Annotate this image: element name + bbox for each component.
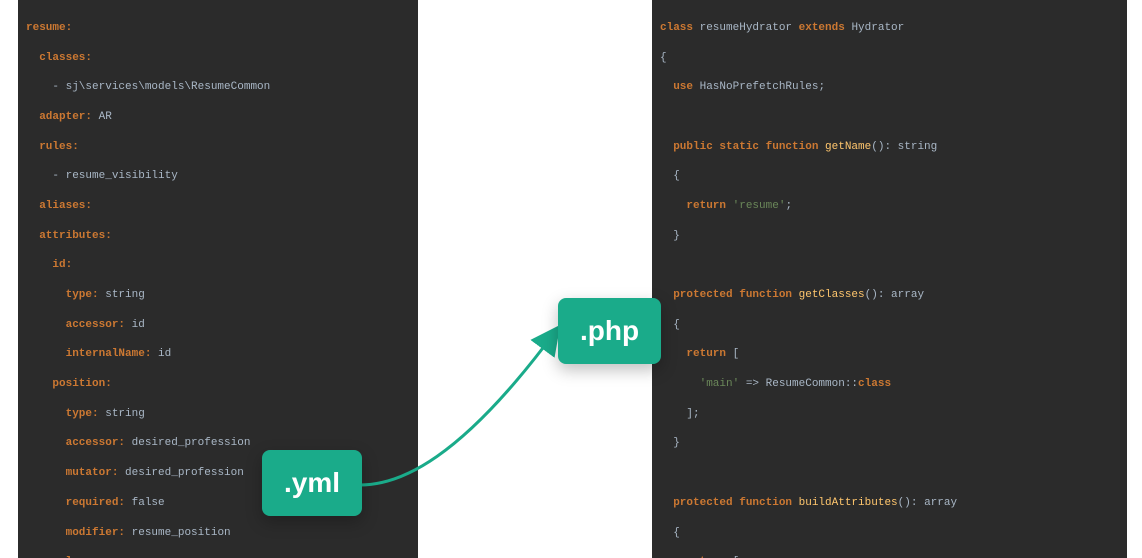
php-kw: protected function [673,289,798,301]
php-code-panel: class resumeHydrator extends Hydrator { … [652,0,1127,558]
php-kw: public static function [673,141,825,153]
php-brace: { [673,527,680,539]
yaml-key: type: [66,289,99,301]
php-kw: class [858,378,891,390]
php-brace: { [673,319,680,331]
yaml-key: type: [66,408,99,420]
yaml-val: string [99,408,145,420]
yaml-key: classes: [39,52,92,64]
yaml-val: resume_position [125,527,231,539]
yaml-item: - sj\services\models\ResumeCommon [52,81,270,93]
php-kw: extends [792,22,851,34]
yaml-key: adapter: [39,111,92,123]
php-fn: getName [825,141,871,153]
yaml-key: position: [52,378,111,390]
php-str: 'main' [700,378,740,390]
yaml-key: accessor: [66,437,125,449]
php-sig: (): [865,289,891,301]
php-semi: ; [818,81,825,93]
php-fn: getClasses [799,289,865,301]
yaml-val: id [151,348,171,360]
php-kw: return [686,200,732,212]
php-classname: resumeHydrator [700,22,792,34]
php-fn: buildAttributes [799,497,898,509]
php-brace: { [673,170,680,182]
php-kw: class [660,22,700,34]
php-br: [ [733,348,740,360]
php-badge: .php [558,298,661,364]
yaml-key: required: [66,497,125,509]
php-ret: string [898,141,938,153]
php-brace: } [673,437,680,449]
yaml-val: id [125,319,145,331]
php-parent: Hydrator [851,22,904,34]
yml-badge: .yml [262,450,362,516]
yaml-key: internalName: [66,348,152,360]
yaml-key: attributes: [39,230,112,242]
php-sig: (): [871,141,897,153]
php-trait: HasNoPrefetchRules [700,81,819,93]
php-ret: array [891,289,924,301]
php-kw: return [686,348,732,360]
php-kw: use [673,81,699,93]
php-kw: protected function [673,497,798,509]
php-semi: ; [785,200,792,212]
yaml-val: false [125,497,165,509]
yaml-val: desired_profession [125,437,250,449]
php-brace: { [660,51,1119,66]
yaml-key: accessor: [66,319,125,331]
yaml-item: - resume_visibility [52,170,177,182]
php-brace: } [673,230,680,242]
php-ret: array [924,497,957,509]
yaml-key: id: [52,259,72,271]
php-str: 'resume' [733,200,786,212]
php-br: ]; [686,408,699,420]
yaml-val: string [99,289,145,301]
yaml-key: rules: [39,141,79,153]
php-text: => ResumeCommon:: [739,378,858,390]
yaml-key: aliases: [39,200,92,212]
yaml-val: AR [92,111,112,123]
yaml-key: mutator: [66,467,119,479]
yaml-val: desired_profession [118,467,243,479]
yaml-key: resume: [26,22,72,34]
yaml-key: modifier: [66,527,125,539]
php-sig: (): [898,497,924,509]
